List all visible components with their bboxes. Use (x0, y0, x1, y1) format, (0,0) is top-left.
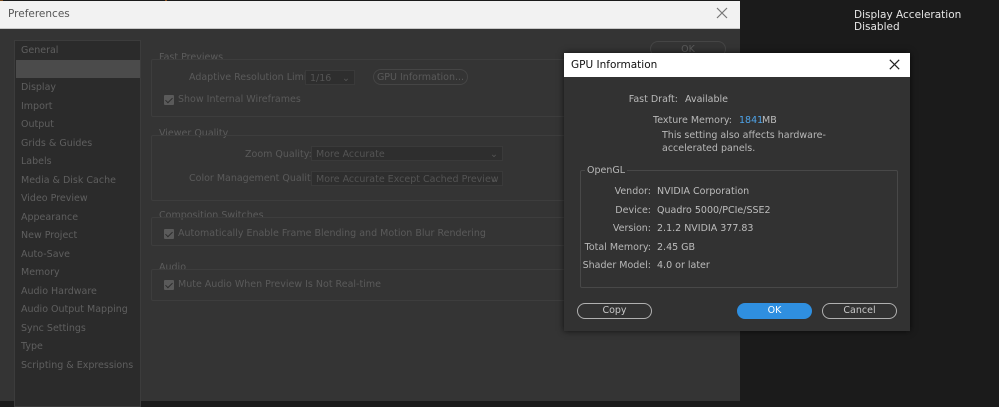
shader-model-value: 4.0 or later (657, 260, 710, 271)
copy-button[interactable]: Copy (577, 303, 652, 319)
sidebar-item-auto-save[interactable]: Auto-Save (21, 249, 70, 260)
sidebar-item-new-project[interactable]: New Project (21, 230, 77, 241)
total-memory-value: 2.45 GB (657, 242, 696, 253)
fast-draft-value: Available (685, 94, 729, 105)
opengl-heading: OpenGL (585, 165, 628, 176)
sidebar-item-selected[interactable] (16, 60, 140, 78)
color-management-dropdown[interactable]: More Accurate Except Cached Preview ⌄ (311, 171, 503, 186)
chevron-down-icon: ⌄ (490, 149, 498, 160)
sidebar-item-video-preview[interactable]: Video Preview (21, 193, 88, 204)
mute-audio-checkbox[interactable] (164, 280, 174, 290)
preferences-titlebar: Preferences (0, 1, 740, 29)
sidebar-item-type[interactable]: Type (21, 341, 43, 352)
total-memory-label: Total Memory: (584, 242, 651, 253)
sidebar-item-sync-settings[interactable]: Sync Settings (21, 323, 86, 334)
show-wireframes-checkbox[interactable] (164, 95, 174, 105)
zoom-quality-value: More Accurate (316, 149, 385, 160)
gpu-dialog-title: GPU Information (571, 59, 658, 71)
auto-enable-blending-label: Automatically Enable Frame Blending and … (178, 228, 486, 239)
sidebar-item-import[interactable]: Import (21, 101, 53, 112)
color-management-value: More Accurate Except Cached Preview (316, 174, 499, 185)
version-label: Version: (612, 223, 651, 234)
texture-memory-unit: MB (762, 115, 777, 126)
adaptive-resolution-dropdown[interactable]: 1/16 ⌄ (305, 70, 355, 85)
preferences-title: Preferences (8, 8, 70, 20)
color-management-label: Color Management Quality: (189, 173, 319, 184)
sidebar-item-appearance[interactable]: Appearance (21, 212, 78, 223)
chevron-down-icon: ⌄ (490, 174, 498, 185)
sidebar-item-audio-hardware[interactable]: Audio Hardware (21, 286, 97, 297)
gpu-information-dialog: GPU Information Fast Draft: Available Te… (564, 53, 910, 331)
sidebar-item-audio-output-mapping[interactable]: Audio Output Mapping (21, 304, 128, 315)
sidebar-item-media-disk-cache[interactable]: Media & Disk Cache (21, 175, 116, 186)
cancel-button[interactable]: Cancel (822, 303, 897, 319)
sidebar-item-display[interactable]: Display (21, 82, 56, 93)
zoom-quality-label: Zoom Quality: (245, 149, 312, 160)
texture-memory-label: Texture Memory: (653, 115, 732, 126)
vendor-label: Vendor: (614, 186, 651, 197)
version-value: 2.1.2 NVIDIA 377.83 (657, 223, 754, 234)
display-acceleration-status: Display Acceleration Disabled (854, 9, 962, 33)
device-label: Device: (615, 205, 651, 216)
auto-enable-blending-checkbox[interactable] (164, 229, 174, 239)
adaptive-resolution-label: Adaptive Resolution Limit: (189, 72, 314, 83)
sidebar-item-scripting-expressions[interactable]: Scripting & Expressions (21, 360, 133, 371)
sidebar-item-grids-guides[interactable]: Grids & Guides (21, 138, 92, 149)
sidebar-item-output[interactable]: Output (21, 119, 54, 130)
adaptive-resolution-value: 1/16 (310, 73, 332, 84)
sidebar-item-general[interactable]: General (21, 45, 58, 56)
preferences-sidebar: General Display Import Output Grids & Gu… (14, 40, 141, 407)
texture-memory-note: This setting also affects hardware-accel… (662, 130, 826, 154)
device-value: Quadro 5000/PCIe/SSE2 (657, 205, 771, 216)
vendor-value: NVIDIA Corporation (657, 186, 750, 197)
mute-audio-label: Mute Audio When Preview Is Not Real-time (178, 279, 381, 290)
sidebar-item-memory[interactable]: Memory (21, 267, 60, 278)
zoom-quality-dropdown[interactable]: More Accurate ⌄ (311, 146, 503, 161)
gpu-information-button[interactable]: GPU Information... (373, 69, 468, 85)
fast-draft-label: Fast Draft: (628, 94, 678, 105)
texture-memory-value[interactable]: 1841 (739, 115, 763, 126)
chevron-down-icon: ⌄ (342, 73, 350, 84)
close-icon[interactable] (714, 5, 730, 21)
sidebar-item-labels[interactable]: Labels (21, 156, 52, 167)
close-icon[interactable] (887, 57, 902, 72)
show-wireframes-label: Show Internal Wireframes (178, 94, 301, 105)
gpu-dialog-titlebar: GPU Information (564, 53, 910, 77)
shader-model-label: Shader Model: (582, 260, 651, 271)
ok-button[interactable]: OK (737, 303, 812, 319)
